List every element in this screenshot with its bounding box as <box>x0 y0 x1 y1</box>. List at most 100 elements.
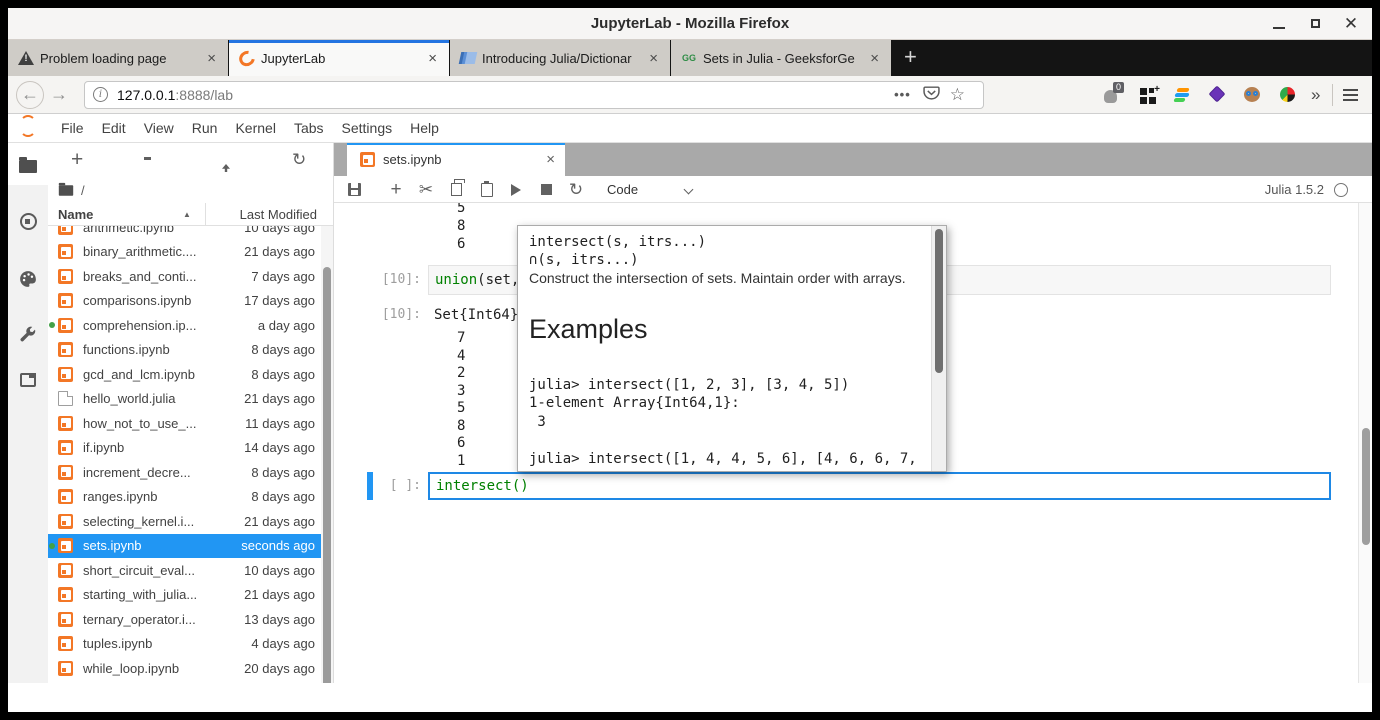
copy-cells-button[interactable] <box>444 176 468 203</box>
file-row[interactable]: ternary_operator.i...13 days ago <box>48 607 333 632</box>
running-sessions-icon[interactable] <box>8 213 48 230</box>
extension-monkey-icon[interactable] <box>1244 86 1262 104</box>
notebook-tab[interactable]: sets.ipynb × <box>347 143 565 176</box>
browser-tab[interactable]: Problem loading page× <box>8 40 228 76</box>
close-tab-icon[interactable]: × <box>546 151 555 168</box>
hamburger-menu-icon[interactable] <box>1343 86 1358 104</box>
file-row[interactable]: comparisons.ipynb17 days ago <box>48 289 333 314</box>
browser-tab[interactable]: JupyterLab× <box>229 40 449 76</box>
file-row[interactable]: how_not_to_use_...11 days ago <box>48 411 333 436</box>
save-button[interactable] <box>342 176 366 203</box>
stop-button[interactable] <box>534 176 558 203</box>
tooltip-scrollbar-thumb[interactable] <box>935 229 943 373</box>
maximize-button[interactable] <box>1304 13 1326 35</box>
file-row[interactable]: sets.ipynbseconds ago <box>48 534 333 559</box>
file-modified: 4 days ago <box>251 636 315 651</box>
extension-grid-icon[interactable]: + <box>1139 86 1157 104</box>
cell-type-dropdown[interactable]: Code <box>607 176 638 203</box>
pocket-icon[interactable] <box>923 84 950 106</box>
command-palette-icon[interactable] <box>8 270 48 288</box>
paste-cells-button[interactable] <box>475 176 499 203</box>
cut-cells-button[interactable]: ✂ <box>414 176 438 203</box>
file-row[interactable]: ranges.ipynb8 days ago <box>48 485 333 510</box>
open-tabs-icon[interactable] <box>8 373 48 387</box>
add-cell-button[interactable]: + <box>384 176 408 203</box>
file-row[interactable]: gcd_and_lcm.ipynb8 days ago <box>48 362 333 387</box>
menu-edit[interactable]: Edit <box>93 120 135 136</box>
menu-kernel[interactable]: Kernel <box>226 120 284 136</box>
bookmark-star-icon[interactable]: ☆ <box>950 85 965 105</box>
menu-settings[interactable]: Settings <box>333 120 402 136</box>
new-launcher-button[interactable]: + <box>71 150 83 170</box>
file-name: increment_decre... <box>83 465 251 480</box>
column-name[interactable]: Name <box>58 207 93 222</box>
close-tab-icon[interactable]: × <box>645 50 662 67</box>
close-button[interactable]: ✕ <box>1340 13 1362 35</box>
extension-swirl-icon[interactable] <box>1279 86 1297 104</box>
menu-view[interactable]: View <box>135 120 183 136</box>
menu-tabs[interactable]: Tabs <box>285 120 333 136</box>
notebook-scrollbar <box>1358 203 1372 683</box>
chevron-down-icon[interactable] <box>684 185 694 195</box>
browser-toolbar: ← → i 127.0.0.1 :8888/lab ••• ☆ 0 + » <box>8 76 1372 114</box>
file-row[interactable]: tuples.ipynb4 days ago <box>48 632 333 657</box>
close-tab-icon[interactable]: × <box>424 50 441 67</box>
file-row[interactable]: if.ipynb14 days ago <box>48 436 333 461</box>
close-tab-icon[interactable]: × <box>866 50 883 67</box>
breadcrumb-root[interactable]: / <box>81 183 85 198</box>
menu-file[interactable]: File <box>52 120 93 136</box>
new-tab-button[interactable]: + <box>892 40 929 76</box>
file-list-scrollbar-thumb[interactable] <box>323 267 331 683</box>
kernel-running-dot <box>49 445 55 451</box>
file-modified: 17 days ago <box>244 293 315 308</box>
sort-ascending-icon[interactable]: ▲ <box>183 210 191 219</box>
notebook-icon <box>58 538 73 553</box>
file-row[interactable]: increment_decre...8 days ago <box>48 460 333 485</box>
code-input-active[interactable]: intersect() <box>428 472 1331 500</box>
file-row[interactable]: selecting_kernel.i...21 days ago <box>48 509 333 534</box>
run-button[interactable] <box>504 176 528 203</box>
property-inspector-icon[interactable] <box>8 326 48 344</box>
notebook-icon <box>58 440 73 455</box>
close-tab-icon[interactable]: × <box>203 50 220 67</box>
refresh-button[interactable]: ↻ <box>292 152 306 168</box>
menu-run[interactable]: Run <box>183 120 227 136</box>
file-browser-tab-icon[interactable] <box>8 160 48 173</box>
file-row[interactable]: starting_with_julia...21 days ago <box>48 583 333 608</box>
file-row[interactable]: functions.ipynb8 days ago <box>48 338 333 363</box>
file-modified: 20 days ago <box>244 661 315 676</box>
site-info-icon[interactable]: i <box>93 87 108 102</box>
menu-help[interactable]: Help <box>401 120 448 136</box>
file-modified: 11 days ago <box>245 416 315 431</box>
browser-tab[interactable]: Introducing Julia/Dictionar× <box>450 40 670 76</box>
extension-diamond-icon[interactable] <box>1209 86 1227 104</box>
file-row[interactable]: comprehension.ip...a day ago <box>48 313 333 338</box>
minimize-button[interactable] <box>1268 13 1290 35</box>
file-name: selecting_kernel.i... <box>83 514 244 529</box>
file-modified: 21 days ago <box>244 514 315 529</box>
overflow-menu-icon[interactable]: » <box>1311 85 1320 105</box>
file-row[interactable]: while_loop.ipynb20 days ago <box>48 656 333 681</box>
column-last-modified[interactable]: Last Modified <box>240 207 317 222</box>
page-actions-icon[interactable]: ••• <box>894 87 911 102</box>
back-button[interactable]: ← <box>16 81 44 109</box>
restart-kernel-button[interactable]: ↻ <box>564 176 588 203</box>
forward-button[interactable]: → <box>44 81 74 109</box>
file-row[interactable]: breaks_and_conti...7 days ago <box>48 264 333 289</box>
activity-bar <box>8 143 48 683</box>
browser-tab[interactable]: GGSets in Julia - GeeksforGe× <box>671 40 891 76</box>
toolbar-separator <box>1332 84 1333 106</box>
url-bar[interactable]: i 127.0.0.1 :8888/lab ••• ☆ <box>84 81 984 109</box>
extension-badge-icon[interactable]: 0 <box>1104 86 1122 104</box>
file-row[interactable]: short_circuit_eval...10 days ago <box>48 558 333 583</box>
file-row[interactable]: hello_world.julia21 days ago <box>48 387 333 412</box>
file-row[interactable]: arithmetic.ipynb10 days ago <box>48 226 333 240</box>
extension-stripes-icon[interactable] <box>1174 86 1192 104</box>
root-folder-icon[interactable] <box>59 185 73 195</box>
file-row[interactable]: binary_arithmetic....21 days ago <box>48 240 333 265</box>
notebook-main-area: sets.ipynb × + ✂ ↻ Code Julia <box>334 143 1372 683</box>
file-row[interactable]: while.ipynb14 days ago <box>48 681 333 684</box>
kernel-name[interactable]: Julia 1.5.2 <box>1265 182 1324 197</box>
notebook-toolbar: + ✂ ↻ Code Julia 1.5.2 <box>334 176 1372 203</box>
notebook-scrollbar-thumb[interactable] <box>1362 428 1370 545</box>
